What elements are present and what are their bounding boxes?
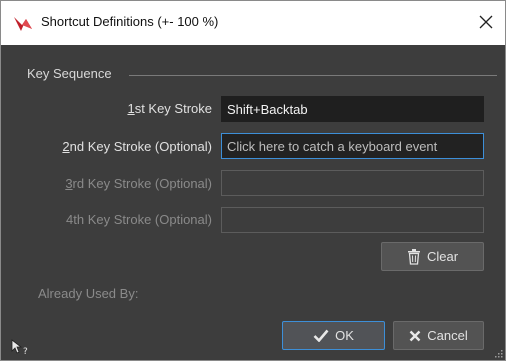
x-icon (409, 330, 421, 341)
cancel-button-label: Cancel (427, 328, 468, 343)
cancel-button[interactable]: Cancel (393, 321, 484, 350)
key-stroke-4-label: 4th Key Stroke (Optional) (66, 212, 212, 227)
resize-grip-icon[interactable] (493, 348, 503, 358)
already-used-by-label: Already Used By: (38, 286, 139, 301)
key-stroke-2-placeholder: Click here to catch a keyboard event (227, 139, 438, 154)
group-divider (129, 75, 497, 76)
app-logo-icon (14, 17, 32, 31)
help-cursor-icon[interactable]: ? (11, 339, 33, 355)
key-sequence-group-title: Key Sequence (27, 66, 112, 81)
key-stroke-3-field[interactable] (221, 170, 484, 196)
ok-button-label: OK (335, 328, 354, 343)
window-title: Shortcut Definitions (+- 100 %) (41, 14, 219, 29)
trash-icon (407, 248, 420, 265)
svg-text:?: ? (23, 347, 28, 355)
key-stroke-1-field[interactable]: Shift+Backtab (221, 96, 484, 122)
key-stroke-3-label: 3rd Key Stroke (Optional) (65, 176, 212, 191)
checkmark-icon (313, 329, 329, 342)
clear-button-label: Clear (426, 249, 459, 264)
close-icon (479, 15, 493, 29)
shortcut-definitions-dialog: Shortcut Definitions (+- 100 %) Key Sequ… (0, 0, 506, 361)
close-button[interactable] (473, 9, 499, 35)
key-stroke-4-field[interactable] (221, 207, 484, 233)
key-stroke-1-value: Shift+Backtab (227, 102, 308, 117)
ok-button[interactable]: OK (282, 321, 385, 350)
title-bar: Shortcut Definitions (+- 100 %) (1, 1, 505, 45)
dialog-content: Key Sequence 1st Key Stroke Shift+Backta… (1, 45, 505, 360)
clear-button[interactable]: Clear (381, 242, 484, 271)
key-stroke-1-label: 1st Key Stroke (127, 101, 212, 116)
key-stroke-2-field[interactable]: Click here to catch a keyboard event (221, 133, 484, 159)
key-stroke-2-label: 2nd Key Stroke (Optional) (62, 139, 212, 154)
